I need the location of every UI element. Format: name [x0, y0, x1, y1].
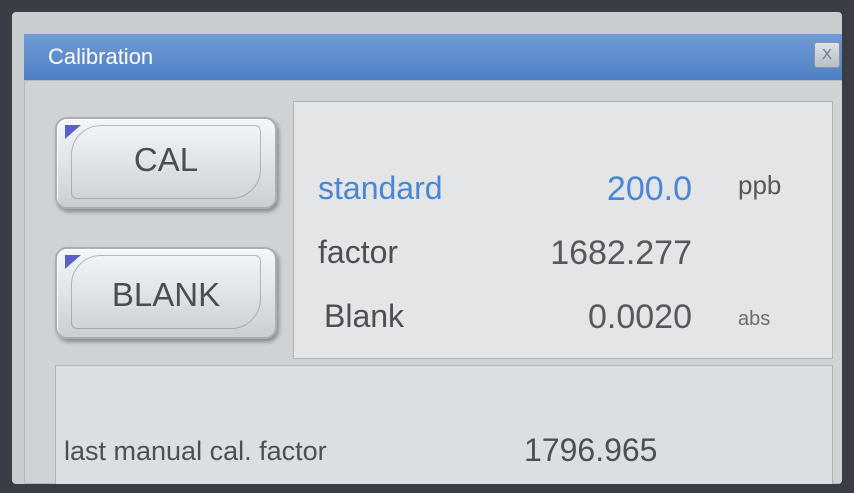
blank-button-label: BLANK — [111, 276, 221, 313]
factor-value: 1682.277 — [550, 234, 692, 272]
values-panel: standard 200.0 ppb factor 1682.277 Blank… — [293, 101, 833, 359]
standard-value[interactable]: 200.0 — [607, 170, 692, 209]
last-cal-panel: last manual cal. factor 1796.965 — [55, 365, 833, 484]
blank-button[interactable]: BLANK — [55, 247, 277, 339]
close-icon: X — [821, 46, 832, 63]
cal-button[interactable]: CAL — [55, 117, 277, 209]
blank-unit: abs — [738, 308, 771, 330]
corner-triangle-icon — [65, 255, 81, 269]
corner-triangle-icon — [65, 125, 81, 139]
last-cal-label: last manual cal. factor — [64, 436, 327, 466]
blank-value: 0.0020 — [588, 298, 692, 336]
calibration-dialog: CAL BLANK standard 200.0 ppb factor 1682… — [24, 80, 842, 484]
last-cal-value: 1796.965 — [524, 432, 658, 468]
standard-label: standard — [318, 170, 443, 206]
close-button[interactable]: X — [814, 42, 840, 68]
factor-label: factor — [318, 234, 399, 270]
standard-unit: ppb — [738, 170, 782, 200]
title-bar: Calibration X — [24, 34, 842, 80]
device-screen: Calibration X CAL BLANK standard 200.0 p… — [12, 12, 842, 484]
window-title: Calibration — [48, 44, 154, 69]
blank-label: Blank — [324, 298, 405, 334]
cal-button-label: CAL — [133, 141, 199, 178]
